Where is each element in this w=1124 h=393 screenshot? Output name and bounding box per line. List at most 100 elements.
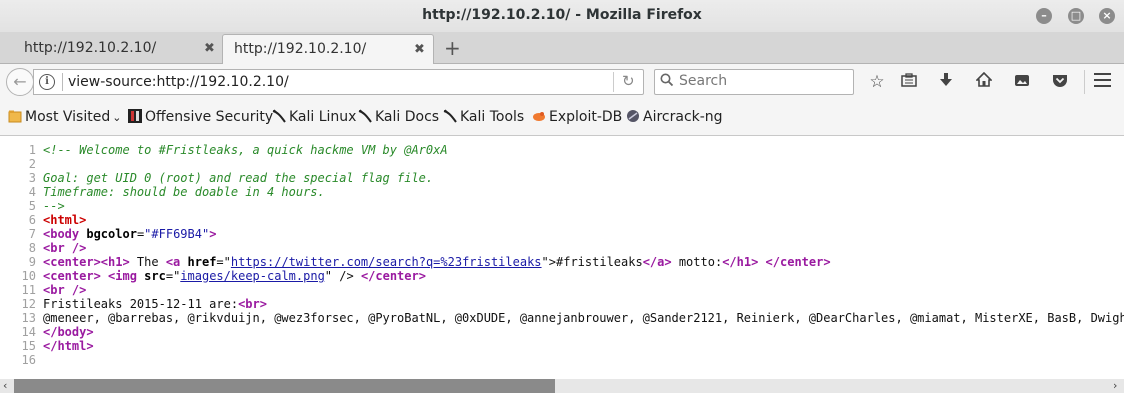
bookmark-kali-docs[interactable]: Kali Docs bbox=[358, 109, 439, 125]
bookmark-offensive-security[interactable]: Offensive Security bbox=[128, 109, 273, 125]
bookmark-exploit-db[interactable]: Exploit-DB bbox=[532, 109, 622, 125]
horizontal-scrollbar[interactable]: ‹ › bbox=[0, 379, 1124, 393]
source-link[interactable]: https://twitter.com/search?q=%23fristile… bbox=[231, 255, 542, 269]
reload-icon[interactable]: ↻ bbox=[622, 72, 635, 90]
reading-list-icon[interactable] bbox=[898, 72, 920, 92]
tab-label: http://192.10.2.10/ bbox=[24, 40, 157, 56]
back-button[interactable]: ← bbox=[6, 68, 34, 96]
chevron-down-icon: ⌄ bbox=[112, 111, 122, 124]
exploit-db-icon bbox=[532, 109, 546, 123]
line-number: 1 bbox=[28, 143, 36, 157]
tag-text: <html> bbox=[43, 213, 87, 227]
screenshot-icon[interactable] bbox=[1011, 72, 1033, 92]
hamburger-menu-icon[interactable] bbox=[1094, 73, 1111, 89]
attr-name: href bbox=[187, 255, 217, 269]
source-line: 12 Fristileaks 2015-12-11 are:<br> bbox=[0, 297, 267, 311]
tab-1[interactable]: http://192.10.2.10/ ✖ bbox=[0, 34, 220, 64]
pocket-icon[interactable] bbox=[1049, 72, 1071, 92]
plain-text: "> bbox=[541, 255, 556, 269]
close-tab-icon[interactable]: ✖ bbox=[204, 41, 215, 56]
info-icon[interactable]: i bbox=[39, 74, 55, 90]
bookmark-aircrack-ng[interactable]: Aircrack-ng bbox=[626, 109, 723, 125]
source-link[interactable]: images/keep-calm.png bbox=[180, 269, 325, 283]
url-bar[interactable]: i view-source:http://192.10.2.10/ ↻ bbox=[33, 69, 644, 95]
window-title: http://192.10.2.10/ - Mozilla Firefox bbox=[422, 7, 702, 23]
scrollbar-thumb[interactable] bbox=[14, 379, 555, 393]
offsec-icon bbox=[128, 109, 142, 123]
url-text[interactable]: view-source:http://192.10.2.10/ bbox=[68, 74, 289, 90]
bookmark-label: Most Visited bbox=[25, 109, 111, 125]
search-icon bbox=[660, 73, 674, 91]
bookmark-label: Exploit-DB bbox=[549, 109, 623, 125]
tag-text: </center> bbox=[765, 255, 831, 269]
line-number: 3 bbox=[28, 171, 36, 185]
plain-text: motto: bbox=[671, 255, 723, 269]
view-source-content: 1 <!-- Welcome to #Fristleaks, a quick ha… bbox=[0, 137, 1124, 379]
bookmark-label: Kali Docs bbox=[375, 109, 440, 125]
home-icon[interactable] bbox=[973, 71, 995, 92]
window-titlebar: http://192.10.2.10/ - Mozilla Firefox – … bbox=[0, 0, 1124, 32]
plain-text: =" bbox=[216, 255, 231, 269]
scroll-right-icon[interactable]: › bbox=[1113, 379, 1117, 393]
tab-2[interactable]: http://192.10.2.10/ ✖ bbox=[222, 34, 434, 64]
plain-text: @meneer, @barrebas, @rikvduijn, @wez3for… bbox=[43, 311, 1124, 325]
plain-text: The bbox=[129, 255, 166, 269]
tag-text: </h1> bbox=[722, 255, 759, 269]
source-line: 1 <!-- Welcome to #Fristleaks, a quick ha… bbox=[0, 143, 448, 157]
divider bbox=[62, 73, 63, 91]
bookmark-most-visited[interactable]: Most Visited ⌄ bbox=[8, 109, 121, 125]
search-input[interactable] bbox=[679, 73, 849, 89]
plain-text: =" bbox=[165, 269, 181, 283]
bookmark-kali-tools[interactable]: Kali Tools bbox=[443, 109, 524, 125]
plain-text: Fristileaks 2015-12-11 are: bbox=[43, 297, 239, 311]
download-icon[interactable] bbox=[935, 72, 957, 92]
comment-text: Goal: get UID 0 (root) and read the spec… bbox=[43, 171, 434, 185]
line-number: 14 bbox=[21, 325, 36, 339]
bookmark-star-icon[interactable]: ☆ bbox=[866, 72, 888, 92]
minimize-button[interactable]: – bbox=[1036, 8, 1052, 24]
source-line: 11 <br /> bbox=[0, 283, 87, 297]
source-line: 6 <html> bbox=[0, 213, 87, 227]
bookmark-kali-linux[interactable]: Kali Linux bbox=[272, 109, 356, 125]
bookmark-label: Kali Tools bbox=[460, 109, 525, 125]
line-number: 7 bbox=[28, 227, 36, 241]
plain-text bbox=[354, 269, 361, 283]
line-number: 4 bbox=[28, 185, 36, 199]
source-line: 3 Goal: get UID 0 (root) and read the spe… bbox=[0, 171, 433, 185]
scroll-left-icon[interactable]: ‹ bbox=[3, 379, 7, 393]
new-tab-button[interactable]: + bbox=[444, 36, 461, 60]
plain-text: " /> bbox=[324, 269, 354, 283]
search-box[interactable] bbox=[654, 69, 854, 95]
aircrack-icon bbox=[626, 109, 640, 123]
divider bbox=[1084, 70, 1085, 94]
line-number: 11 bbox=[21, 283, 36, 297]
tag-text: <br> bbox=[238, 297, 267, 311]
folder-icon bbox=[8, 109, 22, 123]
line-number: 10 bbox=[21, 269, 36, 283]
plain-text bbox=[101, 269, 108, 283]
comment-text: Timeframe: should be doable in 4 hours. bbox=[43, 185, 325, 199]
source-line: 2 bbox=[0, 157, 36, 171]
comment-text: <!-- Welcome to #Fristleaks, a quick hac… bbox=[43, 143, 448, 157]
tag-text: <body bbox=[43, 227, 87, 241]
nav-bar: i view-source:http://192.10.2.10/ ↻ ← ☆ bbox=[0, 64, 1124, 100]
line-number: 15 bbox=[21, 339, 36, 353]
line-number: 2 bbox=[28, 157, 36, 171]
tag-text: </body> bbox=[43, 325, 94, 339]
attr-value: "#FF69B4" bbox=[144, 227, 210, 241]
plain-text: #fristileaks bbox=[556, 255, 643, 269]
maximize-button[interactable]: □ bbox=[1068, 8, 1084, 24]
line-number: 16 bbox=[21, 353, 36, 367]
close-tab-icon[interactable]: ✖ bbox=[414, 42, 425, 57]
tag-text: <br /> bbox=[43, 283, 87, 297]
tag-text: <a bbox=[165, 255, 188, 269]
source-line: 7 <body bgcolor="#FF69B4"> bbox=[0, 227, 217, 241]
tag-text: <center> bbox=[43, 269, 101, 283]
close-window-button[interactable]: × bbox=[1099, 8, 1115, 24]
line-number: 13 bbox=[21, 311, 36, 325]
source-line: 9 <center><h1> The <a href="https://twitt… bbox=[0, 255, 831, 269]
tag-text: <center> bbox=[43, 255, 101, 269]
source-line: 14 </body> bbox=[0, 325, 94, 339]
tag-text: <br /> bbox=[43, 241, 87, 255]
tag-text: <h1> bbox=[100, 255, 130, 269]
